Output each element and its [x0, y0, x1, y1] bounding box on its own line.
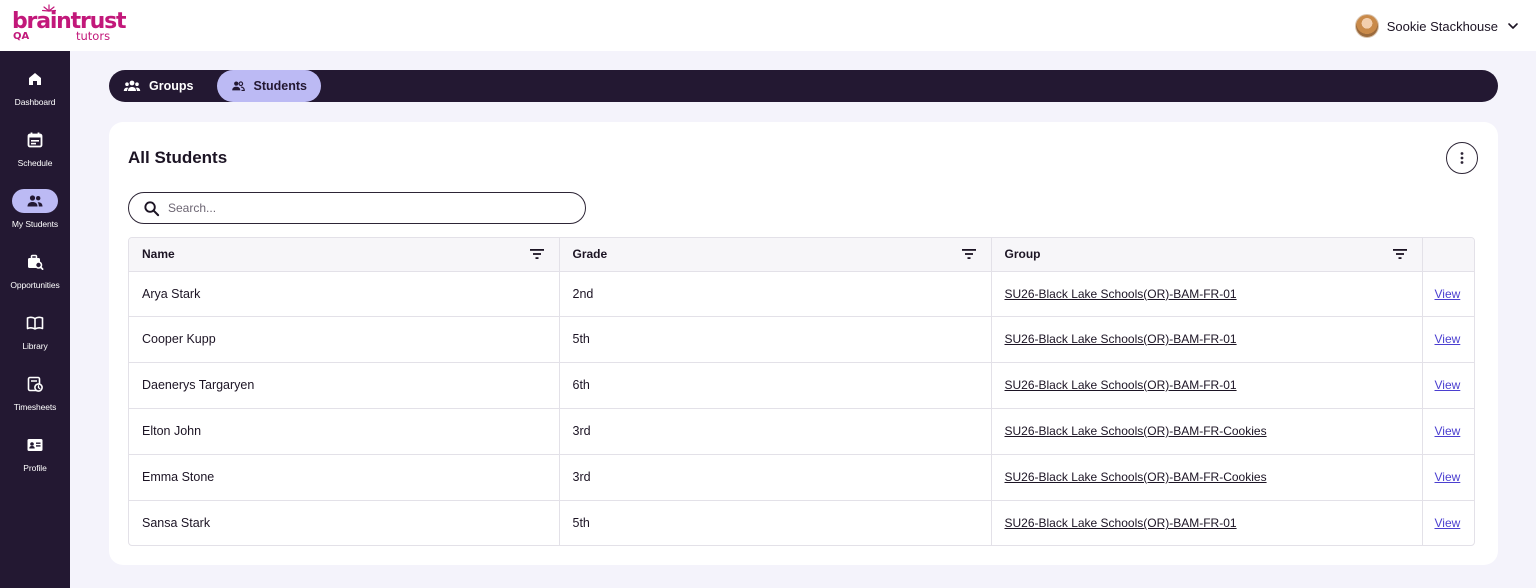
tab-label: Students [253, 79, 307, 93]
student-name: Daenerys Targaryen [129, 362, 560, 409]
student-grade: 5th [559, 500, 992, 545]
group-link[interactable]: SU26-Black Lake Schools(OR)-BAM-FR-Cooki… [1005, 470, 1267, 484]
student-grade: 2nd [559, 271, 992, 317]
sidebar-item-opportunities[interactable]: Opportunities [0, 234, 70, 290]
page-title: All Students [128, 148, 228, 167]
search-input[interactable] [168, 201, 568, 215]
view-link[interactable]: View [1435, 516, 1461, 530]
view-link[interactable]: View [1435, 378, 1461, 392]
tab-bar: Groups Students [109, 70, 1498, 102]
view-link[interactable]: View [1435, 424, 1461, 438]
students-card: All Students Name Grade [109, 122, 1498, 565]
people-icon [27, 195, 43, 207]
table-row: Elton John 3rd SU26-Black Lake Schools(O… [129, 408, 1474, 455]
group-link[interactable]: SU26-Black Lake Schools(OR)-BAM-FR-01 [1005, 516, 1237, 530]
table-row: Emma Stone 3rd SU26-Black Lake Schools(O… [129, 454, 1474, 501]
sidebar-item-dashboard[interactable]: Dashboard [0, 51, 70, 107]
more-vertical-icon [1460, 152, 1464, 164]
sidebar: Dashboard Schedule My Students Opportuni… [0, 51, 70, 588]
user-name[interactable]: Sookie Stackhouse [1387, 19, 1498, 34]
sidebar-item-label: Library [22, 341, 48, 351]
sidebar-item-my-students[interactable]: My Students [0, 173, 70, 229]
students-icon [232, 81, 245, 91]
tab-students[interactable]: Students [217, 70, 321, 102]
home-icon [29, 73, 41, 85]
avatar[interactable] [1354, 14, 1379, 38]
student-name: Arya Stark [129, 271, 560, 317]
sidebar-item-label: Dashboard [14, 97, 56, 107]
sidebar-item-label: Opportunities [10, 280, 60, 290]
column-header-label: Grade [572, 247, 608, 262]
filter-icon[interactable] [1392, 247, 1408, 261]
group-link[interactable]: SU26-Black Lake Schools(OR)-BAM-FR-01 [1005, 332, 1237, 346]
table-row: Arya Stark 2nd SU26-Black Lake Schools(O… [129, 271, 1474, 317]
sidebar-item-label: Timesheets [13, 402, 57, 412]
sidebar-item-timesheets[interactable]: Timesheets [0, 356, 70, 412]
sidebar-item-schedule[interactable]: Schedule [0, 112, 70, 168]
students-table: Name Grade Group Arya Stark 2nd SU26-Bla… [128, 237, 1475, 546]
group-link[interactable]: SU26-Black Lake Schools(OR)-BAM-FR-01 [1005, 378, 1237, 392]
braintrust-logo[interactable]: braintrust QA tutors [12, 4, 127, 44]
column-header-grade: Grade [559, 238, 992, 272]
table-header-row: Name Grade Group [129, 238, 1474, 272]
sidebar-item-profile[interactable]: Profile [0, 417, 70, 473]
logo-subtitle: tutors [76, 29, 111, 43]
filter-icon[interactable] [961, 247, 977, 261]
student-name: Elton John [129, 408, 560, 455]
environment-badge: QA [13, 31, 30, 42]
view-link[interactable]: View [1435, 470, 1461, 484]
more-options-button[interactable] [1446, 142, 1478, 174]
column-header-name: Name [129, 238, 560, 272]
groups-icon [123, 80, 141, 91]
calendar-icon [27, 132, 43, 148]
student-name: Emma Stone [129, 454, 560, 501]
student-grade: 6th [559, 362, 992, 409]
filter-icon[interactable] [529, 247, 545, 261]
student-name: Cooper Kupp [129, 316, 560, 363]
table-row: Sansa Stark 5th SU26-Black Lake Schools(… [129, 500, 1474, 545]
column-header-actions [1422, 238, 1474, 272]
table-row: Cooper Kupp 5th SU26-Black Lake Schools(… [129, 316, 1474, 363]
student-grade: 3rd [559, 454, 992, 501]
search-icon [144, 200, 160, 216]
id-card-icon [27, 439, 43, 451]
tab-groups[interactable]: Groups [109, 70, 209, 102]
tab-label: Groups [149, 79, 194, 93]
briefcase-search-icon [28, 254, 44, 271]
sidebar-item-label: My Students [11, 219, 59, 229]
sidebar-item-library[interactable]: Library [0, 295, 70, 351]
group-link[interactable]: SU26-Black Lake Schools(OR)-BAM-FR-01 [1005, 287, 1237, 301]
chevron-down-icon[interactable] [1506, 19, 1520, 33]
view-link[interactable]: View [1435, 332, 1461, 346]
student-name: Sansa Stark [129, 500, 560, 545]
column-header-label: Name [142, 247, 175, 262]
student-grade: 3rd [559, 408, 992, 455]
column-header-group: Group [991, 238, 1423, 272]
column-header-label: Group [1004, 247, 1041, 262]
table-row: Daenerys Targaryen 6th SU26-Black Lake S… [129, 362, 1474, 409]
sidebar-item-label: Schedule [17, 158, 53, 168]
top-bar: braintrust QA tutors Sookie Stackhouse [0, 0, 1536, 51]
book-icon [26, 316, 44, 330]
student-grade: 5th [559, 316, 992, 363]
user-menu[interactable]: Sookie Stackhouse [1354, 13, 1520, 39]
group-link[interactable]: SU26-Black Lake Schools(OR)-BAM-FR-Cooki… [1005, 424, 1267, 438]
sidebar-item-label: Profile [23, 463, 47, 473]
timesheet-icon [27, 376, 43, 392]
search-box[interactable] [128, 192, 586, 224]
view-link[interactable]: View [1435, 287, 1461, 301]
